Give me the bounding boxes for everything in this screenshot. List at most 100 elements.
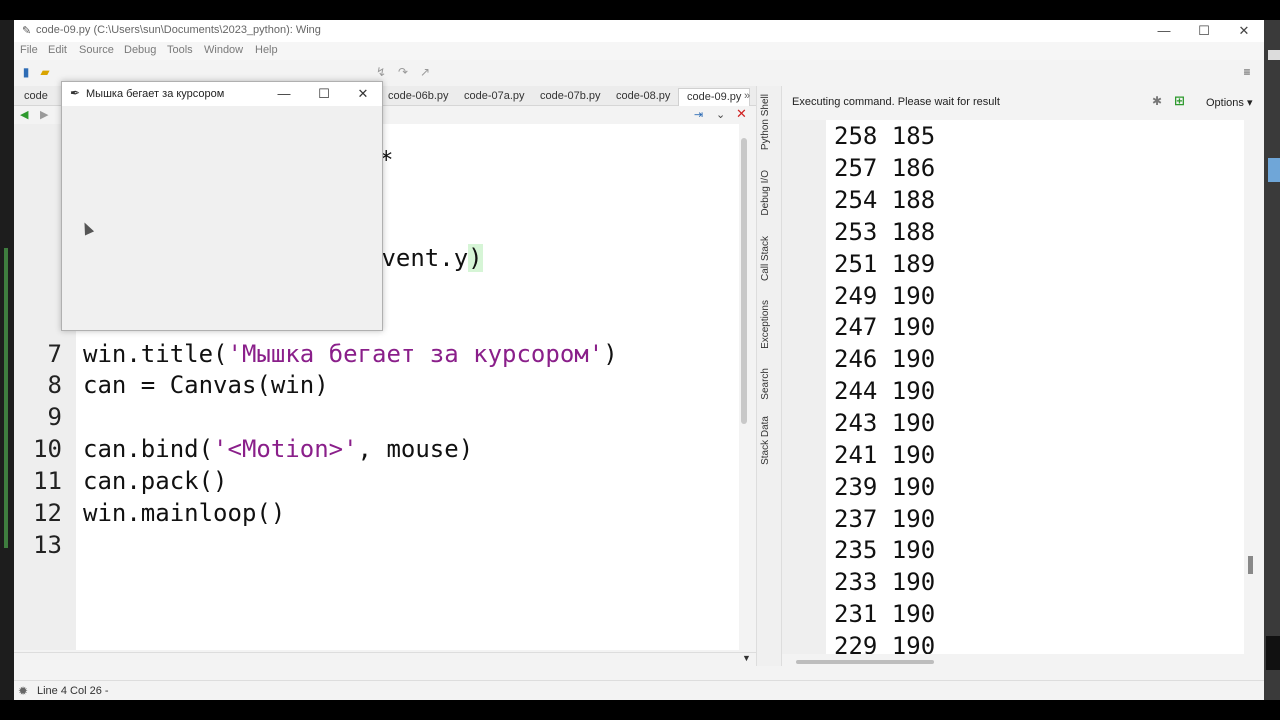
tab-code-09[interactable]: code-09.py (678, 88, 751, 106)
shell-output-line: 237 190 (834, 505, 936, 533)
step-over-icon[interactable]: ↷ (396, 65, 410, 79)
menu-source[interactable]: Source (79, 44, 114, 56)
bug-icon[interactable]: ✱ (1152, 94, 1162, 108)
shell-status-text: Executing command. Please wait for resul… (792, 96, 1000, 108)
cursor-position-status: Line 4 Col 26 - (37, 685, 109, 697)
maximize-button[interactable]: ☐ (1184, 20, 1224, 42)
close-button[interactable]: ✕ (1224, 20, 1264, 42)
shell-output-line: 247 190 (834, 313, 936, 341)
desktop-item (1268, 50, 1280, 60)
close-editor-icon[interactable]: ✕ (736, 106, 747, 122)
step-into-icon[interactable]: ↯ (374, 65, 388, 79)
shell-output-line: 231 190 (834, 600, 936, 628)
tab-code-06b[interactable]: code-06b.py (380, 88, 457, 106)
sidetab-search[interactable]: Search (760, 368, 771, 400)
desktop-item (1266, 636, 1280, 670)
menu-debug[interactable]: Debug (124, 44, 156, 56)
menu-window[interactable]: Window (204, 44, 243, 56)
sidetab-call-stack[interactable]: Call Stack (760, 236, 771, 281)
line-number: 10 (33, 435, 62, 463)
shell-output-line: 241 190 (834, 441, 936, 469)
python-shell-output[interactable]: 258 185 257 186 254 188 253 188 251 189 … (782, 120, 1244, 654)
popup-title-bar: ✒ Мышка бегает за курсором — ☐ ✕ (62, 82, 382, 106)
shell-hscroll-thumb[interactable] (796, 660, 934, 664)
shell-output-line: 235 190 (834, 536, 936, 564)
code-line: win.title('Мышка бегает за курсором') (83, 340, 618, 368)
shell-output-line: 244 190 (834, 377, 936, 405)
shell-output-line: 246 190 (834, 345, 936, 373)
popup-close-button[interactable]: ✕ (343, 82, 383, 106)
back-arrow-icon[interactable]: ◀ (20, 108, 28, 121)
code-line: can.bind('<Motion>', mouse) (83, 435, 474, 463)
shell-output-line: 239 190 (834, 473, 936, 501)
sidetab-python-shell[interactable]: Python Shell (760, 94, 771, 150)
forward-arrow-icon[interactable]: ▶ (40, 108, 48, 121)
desktop-item (1268, 158, 1280, 182)
tab-code-07a[interactable]: code-07a.py (456, 88, 533, 106)
editor-hscroll-area: ▼ (14, 652, 756, 666)
shell-output-line: 229 190 (834, 632, 936, 654)
green-marker (4, 248, 8, 548)
shell-output-line: 249 190 (834, 282, 936, 310)
line-number: 7 (47, 340, 62, 368)
screen-top-border (0, 0, 1280, 20)
pin-icon[interactable]: ⇥ (694, 108, 703, 121)
debug-status-icon[interactable]: ✹ (18, 684, 28, 698)
shell-gutter (782, 120, 826, 654)
line-number: 8 (47, 371, 62, 399)
new-file-icon[interactable]: ▮ (19, 65, 33, 79)
wing-logo-icon: ✎ (22, 25, 32, 37)
sidetab-exceptions[interactable]: Exceptions (760, 300, 771, 349)
shell-output-line: 257 186 (834, 154, 936, 182)
code-line: win.mainloop() (83, 499, 286, 527)
shell-output-line: 254 188 (834, 186, 936, 214)
window-title: code-09.py (C:\Users\sun\Documents\2023_… (36, 24, 321, 36)
popup-maximize-button[interactable]: ☐ (304, 82, 344, 106)
hamburger-menu-icon[interactable]: ≡ (1240, 65, 1254, 79)
wing-ide-window: ✎ code-09.py (C:\Users\sun\Documents\202… (14, 20, 1264, 700)
tab-code[interactable]: code (16, 88, 56, 106)
shell-scrollbar[interactable] (1248, 556, 1253, 574)
scroll-down-icon[interactable]: ▼ (742, 653, 751, 663)
menu-bar: File Edit Source Debug Tools Window Help (14, 42, 1264, 60)
right-desktop-strip (1264, 20, 1280, 700)
shell-output-line: 258 185 (834, 122, 936, 150)
shell-options-button[interactable]: Options ▾ (1206, 96, 1253, 109)
shell-header: Executing command. Please wait for resul… (782, 86, 1264, 120)
tab-code-08[interactable]: code-08.py (608, 88, 678, 106)
chevron-down-icon[interactable]: ⌄ (716, 108, 725, 121)
title-bar: ✎ code-09.py (C:\Users\sun\Documents\202… (14, 20, 1264, 42)
shell-output-line: 251 189 (834, 250, 936, 278)
line-number: 11 (33, 467, 62, 495)
line-number: 13 (33, 531, 62, 559)
tk-feather-icon: ✒ (70, 86, 81, 100)
menu-tools[interactable]: Tools (167, 44, 193, 56)
tab-code-07b[interactable]: code-07b.py (532, 88, 609, 106)
code-fragment: event.y) (367, 244, 483, 272)
sidetab-stack-data[interactable]: Stack Data (760, 416, 771, 465)
shell-output-line: 253 188 (834, 218, 936, 246)
menu-help[interactable]: Help (255, 44, 278, 56)
shell-hscrollbar[interactable] (782, 656, 1264, 668)
tool-side-tabs: Python Shell Debug I/O Call Stack Except… (756, 86, 782, 666)
menu-file[interactable]: File (20, 44, 38, 56)
mouse-cursor-icon (79, 220, 95, 236)
popup-title: Мышка бегает за курсором (86, 88, 225, 100)
tk-popup-window: ✒ Мышка бегает за курсором — ☐ ✕ (61, 81, 383, 331)
step-out-icon[interactable]: ↗ (418, 65, 432, 79)
tab-overflow-icon[interactable]: » (742, 88, 752, 106)
shell-output-line: 233 190 (834, 568, 936, 596)
add-list-icon[interactable]: ⊞ (1174, 93, 1185, 109)
sidetab-debug-io[interactable]: Debug I/O (760, 170, 771, 216)
popup-minimize-button[interactable]: — (264, 82, 304, 106)
left-desktop-strip (0, 20, 14, 700)
shell-output-line: 243 190 (834, 409, 936, 437)
minimize-button[interactable]: — (1144, 20, 1184, 42)
status-bar: ✹ Line 4 Col 26 - (14, 680, 1264, 700)
line-number: 9 (47, 403, 62, 431)
editor-scrollbar[interactable] (741, 138, 747, 424)
menu-edit[interactable]: Edit (48, 44, 67, 56)
code-line: can = Canvas(win) (83, 371, 329, 399)
line-number: 12 (33, 499, 62, 527)
open-folder-icon[interactable]: ▰ (38, 65, 52, 79)
